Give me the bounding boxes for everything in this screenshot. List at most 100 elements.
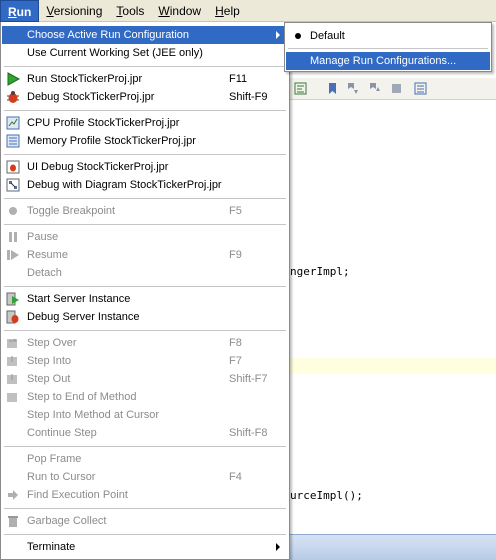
debug-project[interactable]: Debug StockTickerProj.jpr Shift-F9 xyxy=(2,88,288,106)
menu-separator xyxy=(288,48,488,49)
continue-step[interactable]: Continue Step Shift-F8 xyxy=(2,424,288,442)
diagram-debug-icon xyxy=(6,178,20,192)
menu-item-label: Debug with Diagram StockTickerProj.jpr xyxy=(27,179,222,191)
list-bookmarks-icon[interactable] xyxy=(414,82,427,95)
menu-item-label: UI Debug StockTickerProj.jpr xyxy=(27,161,169,173)
shortcut: F5 xyxy=(229,205,242,217)
memory-profile[interactable]: Memory Profile StockTickerProj.jpr xyxy=(2,132,288,150)
menu-item-label: Default xyxy=(310,30,345,42)
menu-help[interactable]: Help xyxy=(208,0,247,22)
menu-item-label: Step to End of Method xyxy=(27,391,137,403)
shortcut: Shift-F9 xyxy=(229,91,268,103)
pop-frame[interactable]: Pop Frame xyxy=(2,450,288,468)
menu-item-label: Step Out xyxy=(27,373,71,385)
step-to-end-of-method[interactable]: Step to End of Method xyxy=(2,388,288,406)
menu-item-label: Resume xyxy=(27,249,68,261)
menu-separator xyxy=(4,110,286,111)
breakpoint-icon xyxy=(9,207,17,215)
menu-item-label: Toggle Breakpoint xyxy=(27,205,116,217)
pause-icon xyxy=(9,232,17,242)
step-out-icon xyxy=(7,374,17,384)
garbage-collect[interactable]: Garbage Collect xyxy=(2,512,288,530)
ui-debug-icon xyxy=(6,160,20,174)
resume[interactable]: Resume F9 xyxy=(2,246,288,264)
step-over-icon xyxy=(7,338,18,348)
start-server-instance[interactable]: Start Server Instance xyxy=(2,290,288,308)
debug-with-diagram[interactable]: Debug with Diagram StockTickerProj.jpr xyxy=(2,176,288,194)
menu-item-label: Step Over xyxy=(27,337,77,349)
menu-item-label: Start Server Instance xyxy=(27,293,131,305)
step-out[interactable]: Step Out Shift-F7 xyxy=(2,370,288,388)
menu-item-label: Step Into Method at Cursor xyxy=(27,409,160,421)
step-into-method-at-cursor[interactable]: Step Into Method at Cursor xyxy=(2,406,288,424)
run-configuration-submenu: Default Manage Run Configurations... xyxy=(284,22,492,72)
format-icon[interactable] xyxy=(294,82,307,95)
server-debug-icon xyxy=(6,310,19,324)
terminate[interactable]: Terminate xyxy=(2,538,288,556)
menu-item-label: Use Current Working Set (JEE only) xyxy=(27,47,203,59)
debug-server-instance[interactable]: Debug Server Instance xyxy=(2,308,288,326)
code-line: ngerImpl; xyxy=(290,265,350,278)
pause[interactable]: Pause xyxy=(2,228,288,246)
step-end-icon xyxy=(7,393,17,402)
menu-item-label: Choose Active Run Configuration xyxy=(27,29,190,41)
run-to-cursor[interactable]: Run to Cursor F4 xyxy=(2,468,288,486)
menu-separator xyxy=(4,66,286,67)
run-project[interactable]: Run StockTickerProj.jpr F11 xyxy=(2,70,288,88)
use-current-working-set[interactable]: Use Current Working Set (JEE only) xyxy=(2,44,288,62)
run-config-default[interactable]: Default xyxy=(286,27,490,45)
menu-separator xyxy=(4,154,286,155)
menu-separator xyxy=(4,446,286,447)
selected-bullet-icon xyxy=(295,33,301,39)
cpu-profile-icon xyxy=(6,116,20,130)
menu-item-label: Pause xyxy=(27,231,59,243)
menu-item-label: Run to Cursor xyxy=(27,471,96,483)
server-run-icon xyxy=(6,292,19,306)
menu-versioning[interactable]: Versioning xyxy=(39,0,109,22)
bookmark-icon[interactable] xyxy=(326,82,339,95)
submenu-arrow-icon xyxy=(276,31,280,39)
run-menu: Choose Active Run Configuration Use Curr… xyxy=(0,22,290,560)
find-execution-point[interactable]: Find Execution Point xyxy=(2,486,288,504)
step-into[interactable]: Step Into F7 xyxy=(2,352,288,370)
clear-bookmarks-icon[interactable] xyxy=(390,82,403,95)
resume-icon xyxy=(7,250,19,260)
next-bookmark-icon[interactable] xyxy=(346,82,359,95)
shortcut: F8 xyxy=(229,337,242,349)
shortcut: F9 xyxy=(229,249,242,261)
step-into-icon xyxy=(7,356,17,366)
shortcut: Shift-F7 xyxy=(229,373,268,385)
menu-window[interactable]: Window xyxy=(151,0,208,22)
bug-icon xyxy=(7,91,19,103)
step-over[interactable]: Step Over F8 xyxy=(2,334,288,352)
menu-separator xyxy=(4,330,286,331)
menu-separator xyxy=(4,198,286,199)
toggle-breakpoint[interactable]: Toggle Breakpoint F5 xyxy=(2,202,288,220)
menu-separator xyxy=(4,286,286,287)
menu-item-label: Terminate xyxy=(27,541,76,553)
prev-bookmark-icon[interactable] xyxy=(368,82,381,95)
menu-item-label: Debug StockTickerProj.jpr xyxy=(27,91,155,103)
code-line: urceImpl(); xyxy=(290,489,363,502)
menu-item-label: Pop Frame xyxy=(27,453,82,465)
editor-tab-strip xyxy=(290,534,496,560)
cpu-profile[interactable]: CPU Profile StockTickerProj.jpr xyxy=(2,114,288,132)
menu-item-label: Step Into xyxy=(27,355,72,367)
memory-profile-icon xyxy=(6,134,20,148)
menu-run[interactable]: Run xyxy=(0,0,40,22)
menu-item-label: Run StockTickerProj.jpr xyxy=(27,73,143,85)
menu-item-label: Continue Step xyxy=(27,427,97,439)
menu-item-label: Memory Profile StockTickerProj.jpr xyxy=(27,135,196,147)
menu-bar: Run Versioning Tools Window Help xyxy=(0,0,496,22)
menu-item-label: Debug Server Instance xyxy=(27,311,140,323)
detach[interactable]: Detach xyxy=(2,264,288,282)
current-line-highlight xyxy=(290,358,496,374)
shortcut: F7 xyxy=(229,355,242,367)
manage-run-configurations[interactable]: Manage Run Configurations... xyxy=(286,52,490,70)
choose-active-run-configuration[interactable]: Choose Active Run Configuration xyxy=(2,26,288,44)
menu-tools[interactable]: Tools xyxy=(109,0,151,22)
menu-separator xyxy=(4,224,286,225)
ui-debug[interactable]: UI Debug StockTickerProj.jpr xyxy=(2,158,288,176)
shortcut: F4 xyxy=(229,471,242,483)
execution-point-icon xyxy=(8,490,18,500)
